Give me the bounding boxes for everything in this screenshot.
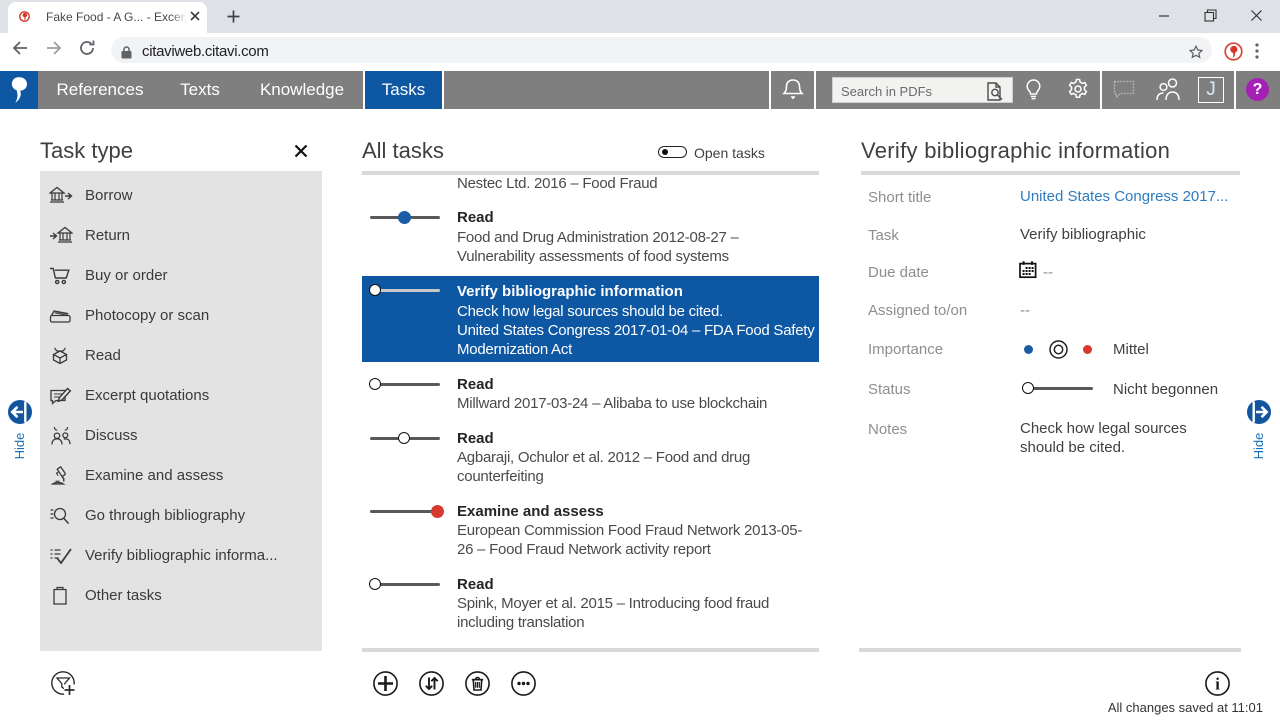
svg-text:i: i xyxy=(1215,675,1220,694)
